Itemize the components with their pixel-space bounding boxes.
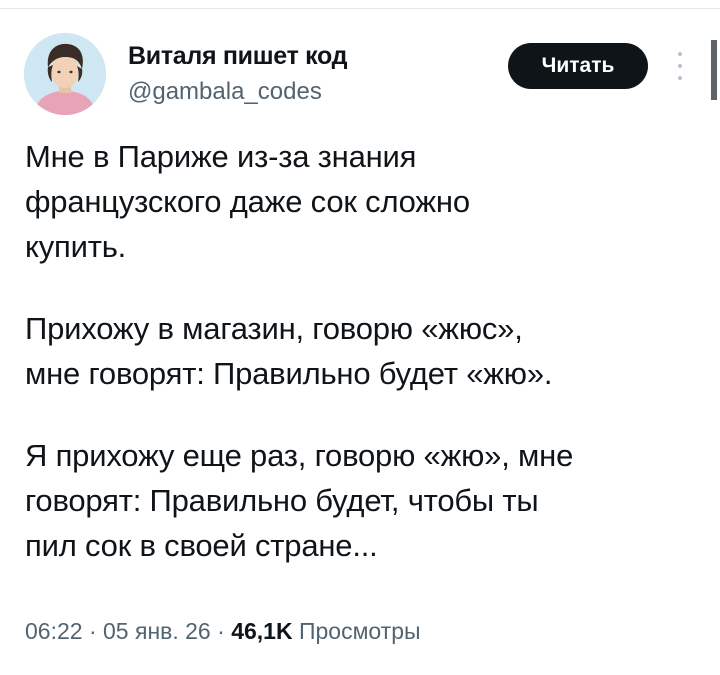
tweet-line: французского даже сок сложно — [25, 184, 470, 219]
avatar[interactable] — [24, 33, 106, 115]
tweet-line: пил сок в своей стране... — [25, 528, 378, 563]
author-display-name[interactable]: Виталя пишет код — [128, 42, 348, 71]
tweet-line: Мне в Париже из-за знания — [25, 139, 417, 174]
tweet-date[interactable]: 05 янв. 26 — [103, 618, 211, 644]
author-handle[interactable]: @gambala_codes — [128, 78, 322, 106]
tweet-meta: 06:22 · 05 янв. 26 · 46,1K Просмотры — [25, 618, 421, 645]
tweet-line: говорят: Правильно будет, чтобы ты — [25, 483, 539, 518]
more-icon-dot — [678, 52, 682, 56]
more-icon-dot — [678, 64, 682, 68]
scroll-edge-indicator — [711, 40, 717, 100]
avatar-image — [24, 33, 106, 115]
more-icon-dot — [678, 76, 682, 80]
meta-separator: · — [210, 618, 232, 644]
tweet-line: купить. — [25, 229, 127, 264]
views-label: Просмотры — [298, 618, 421, 644]
top-divider — [0, 8, 720, 9]
vertical-ellipsis-icon[interactable] — [672, 52, 688, 80]
tweet-line: мне говорят: Правильно будет «жю». — [25, 356, 553, 391]
read-button[interactable]: Читать — [508, 43, 648, 89]
tweet-line: Я прихожу еще раз, говорю «жю», мне — [25, 438, 574, 473]
tweet-text: Мне в Париже из-за знания французского д… — [25, 134, 705, 568]
meta-separator: · — [82, 618, 104, 644]
tweet-time[interactable]: 06:22 — [25, 618, 83, 644]
views-count: 46,1K — [231, 618, 293, 644]
tweet-line: Прихожу в магазин, говорю «жюс», — [25, 311, 523, 346]
